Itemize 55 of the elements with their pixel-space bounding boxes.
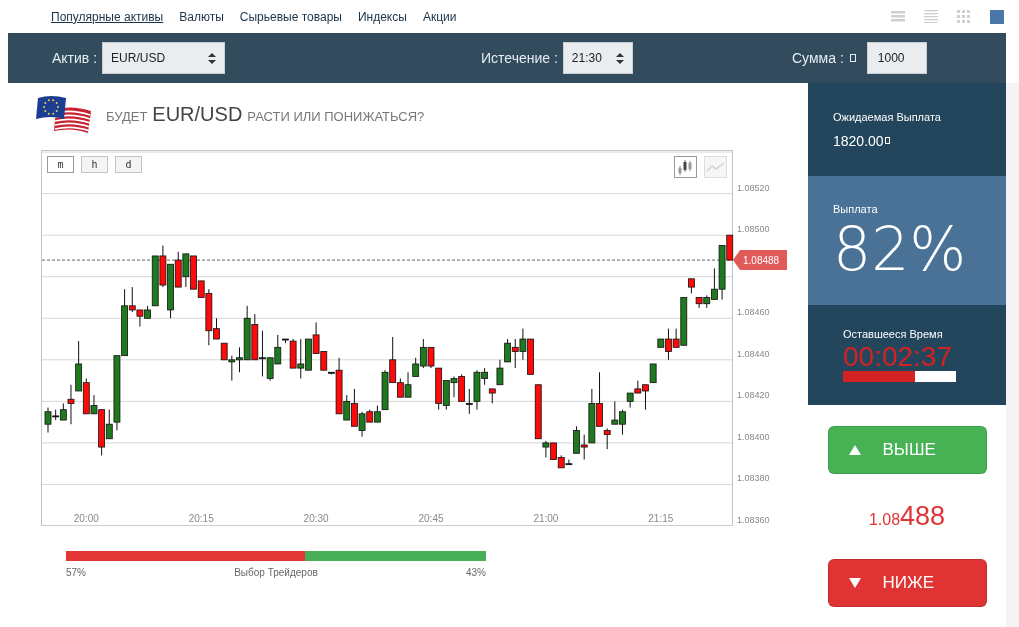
field-label: Сумма : bbox=[792, 50, 844, 66]
timeframe-button[interactable]: m bbox=[47, 156, 74, 173]
axis-label: 20:45 bbox=[418, 513, 444, 524]
candlestick bbox=[488, 388, 496, 404]
up-triangle-icon bbox=[848, 445, 861, 455]
percent-label: 57% bbox=[66, 567, 86, 578]
flag-icon bbox=[36, 95, 92, 133]
axis-label: 1.08440 bbox=[737, 348, 770, 359]
axis-label: 1.08420 bbox=[737, 390, 770, 401]
axis-label: 20:15 bbox=[188, 513, 214, 524]
axis-label: 1.08360 bbox=[737, 515, 770, 525]
percent-label: 43% bbox=[465, 567, 486, 578]
expiry-select[interactable]: 21:30 bbox=[562, 42, 633, 74]
down-button[interactable]: НИЖЕ bbox=[827, 559, 987, 607]
nav-link[interactable]: Акции bbox=[422, 9, 457, 24]
axis-label: 1.08520 bbox=[737, 182, 770, 193]
nav-link[interactable]: Валюты bbox=[179, 9, 224, 24]
payout-label: Ожидаемая Выплата bbox=[833, 110, 942, 123]
nav-link[interactable]: Сырьевые товары bbox=[239, 9, 342, 24]
axis-label: 20:30 bbox=[303, 513, 329, 524]
axis-label: 20:00 bbox=[73, 513, 99, 524]
currency-icon bbox=[884, 137, 890, 144]
price-marker bbox=[733, 250, 787, 271]
amount-field[interactable]: 1000 bbox=[866, 42, 927, 74]
field-label: Истечение : bbox=[481, 50, 558, 66]
candlestick bbox=[688, 278, 695, 294]
nav-link[interactable]: Индексы bbox=[357, 9, 407, 24]
timeframe-button[interactable]: d bbox=[115, 156, 142, 173]
axis-label: 1.08400 bbox=[737, 431, 770, 442]
field-label: Актив : bbox=[52, 50, 98, 66]
updown-icon bbox=[208, 52, 217, 64]
axis-label: 21:15 bbox=[648, 513, 674, 524]
current-price: 1.08488 bbox=[868, 501, 946, 532]
traders-title: Выбор Трейдеров bbox=[234, 567, 318, 578]
payout-value: 1820.00 bbox=[833, 132, 884, 149]
timer-value: 00:02:37 bbox=[843, 343, 953, 371]
timer-label: Оставшееся Время bbox=[843, 328, 944, 340]
down-triangle-icon bbox=[848, 578, 861, 588]
question-heading: БУДЕТ EUR/USD РАСТИ ИЛИ ПОНИЖАТЬСЯ? bbox=[106, 102, 425, 126]
currency-icon bbox=[849, 53, 856, 63]
axis-label: 1.08500 bbox=[737, 224, 770, 235]
nav-link[interactable]: Популярные активы bbox=[51, 9, 164, 24]
updown-icon bbox=[615, 52, 624, 64]
chart-type-button[interactable] bbox=[674, 156, 697, 178]
axis-label: 1.08460 bbox=[737, 307, 770, 318]
axis-label: 21:00 bbox=[533, 513, 559, 524]
view-icon[interactable] bbox=[990, 9, 1004, 24]
line-chart-icon bbox=[707, 162, 724, 172]
timeframe-button[interactable]: h bbox=[81, 156, 108, 173]
rate-label: Выплата bbox=[833, 202, 879, 215]
price-label: 1.08488 bbox=[743, 255, 780, 267]
candlestick-icon bbox=[678, 159, 693, 175]
asset-select[interactable]: EUR/USD bbox=[102, 42, 226, 74]
axis-label: 1.08380 bbox=[737, 473, 770, 484]
rate-value: 82% bbox=[833, 218, 968, 279]
